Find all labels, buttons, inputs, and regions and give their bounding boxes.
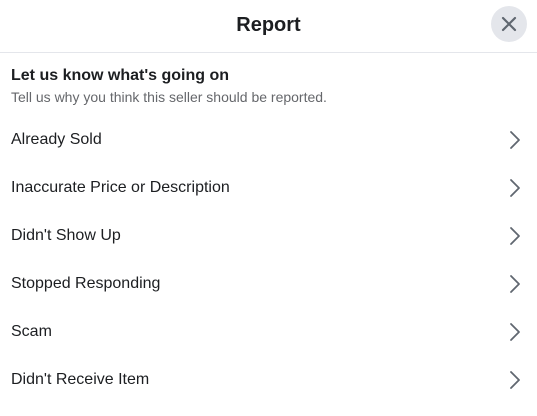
chevron-right-icon — [510, 275, 520, 293]
chevron-right-icon — [510, 179, 520, 197]
report-option-didnt-receive-item[interactable]: Didn't Receive Item — [0, 356, 537, 404]
chevron-right-icon — [510, 323, 520, 341]
option-label: Already Sold — [11, 131, 102, 148]
dialog-header: Report — [0, 0, 537, 53]
option-label: Inaccurate Price or Description — [11, 179, 230, 196]
option-label: Stopped Responding — [11, 275, 161, 292]
report-reason-list: Already Sold Inaccurate Price or Descrip… — [0, 116, 537, 404]
report-option-already-sold[interactable]: Already Sold — [0, 116, 537, 164]
intro-section: Let us know what's going on Tell us why … — [11, 66, 526, 106]
chevron-right-icon — [510, 131, 520, 149]
intro-title: Let us know what's going on — [11, 67, 230, 84]
report-option-stopped-responding[interactable]: Stopped Responding — [0, 260, 537, 308]
report-option-inaccurate-price[interactable]: Inaccurate Price or Description — [0, 164, 537, 212]
intro-subtitle: Tell us why you think this seller should… — [11, 89, 327, 105]
option-label: Didn't Receive Item — [11, 371, 150, 388]
report-option-didnt-show-up[interactable]: Didn't Show Up — [0, 212, 537, 260]
option-label: Scam — [11, 323, 52, 340]
chevron-right-icon — [510, 371, 520, 389]
dialog-title: Report — [236, 14, 301, 36]
chevron-right-icon — [510, 227, 520, 245]
close-icon — [501, 16, 517, 32]
option-label: Didn't Show Up — [11, 227, 121, 244]
close-button[interactable] — [491, 6, 527, 42]
report-option-scam[interactable]: Scam — [0, 308, 537, 356]
